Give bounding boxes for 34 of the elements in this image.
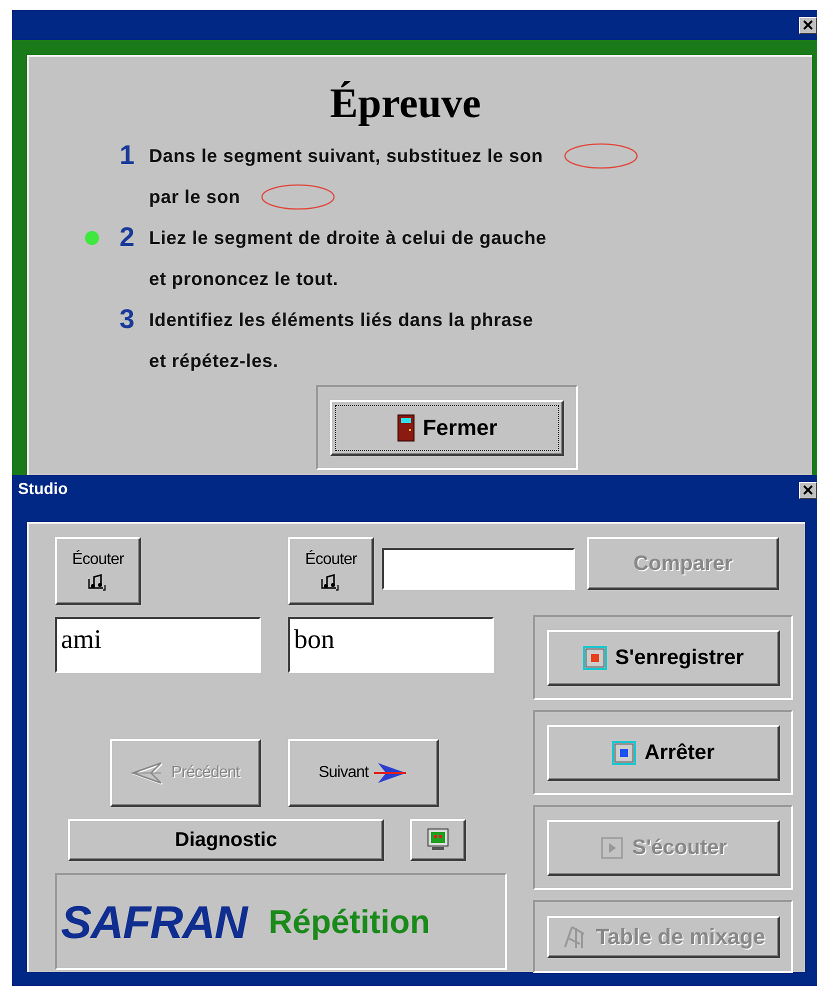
door-icon <box>396 414 415 442</box>
arrow-left-icon <box>131 760 166 786</box>
close-dialog-button[interactable]: Fermer <box>330 400 564 456</box>
step-number: 3 <box>118 303 136 336</box>
monitor-button[interactable] <box>410 819 466 861</box>
dialog-title: Épreuve <box>329 80 482 129</box>
diagnostic-button[interactable]: Diagnostic <box>68 819 384 861</box>
window-title: Studio <box>18 481 68 499</box>
step-number: 1 <box>118 139 136 172</box>
close-button[interactable] <box>799 16 817 34</box>
instruction-text: par le son <box>149 186 240 208</box>
play-icon <box>600 836 624 860</box>
instruction-text: Liez le segment de droite à celui de gauche <box>149 226 547 248</box>
word-field[interactable]: ami <box>55 617 261 673</box>
nav-button[interactable]: Suivant <box>288 739 439 807</box>
listen-button[interactable]: Écouter <box>288 537 374 605</box>
word-field[interactable]: bon <box>288 617 494 673</box>
arrow-right-icon <box>374 760 408 786</box>
instruction-text: et prononcez le tout. <box>149 268 338 290</box>
brand-name: SAFRAN <box>61 894 247 948</box>
action-button[interactable]: Arrêter <box>547 724 780 780</box>
comparison-field[interactable] <box>382 548 575 590</box>
close-button[interactable] <box>799 482 817 498</box>
close-icon <box>802 19 814 31</box>
instruction-text: Dans le segment suivant, substituez le son <box>149 144 544 166</box>
step-number: 2 <box>118 221 136 254</box>
stop-icon <box>612 740 636 764</box>
listen-button[interactable]: Écouter <box>55 537 141 605</box>
action-button[interactable]: S'enregistrer <box>547 630 780 686</box>
instruction-text: et répétez-les. <box>149 350 278 372</box>
record-icon <box>583 646 608 670</box>
instruction-text: Identifiez les éléments liés dans la phrase <box>149 308 534 330</box>
product-name: Répétition <box>268 902 430 940</box>
close-icon <box>802 484 814 496</box>
